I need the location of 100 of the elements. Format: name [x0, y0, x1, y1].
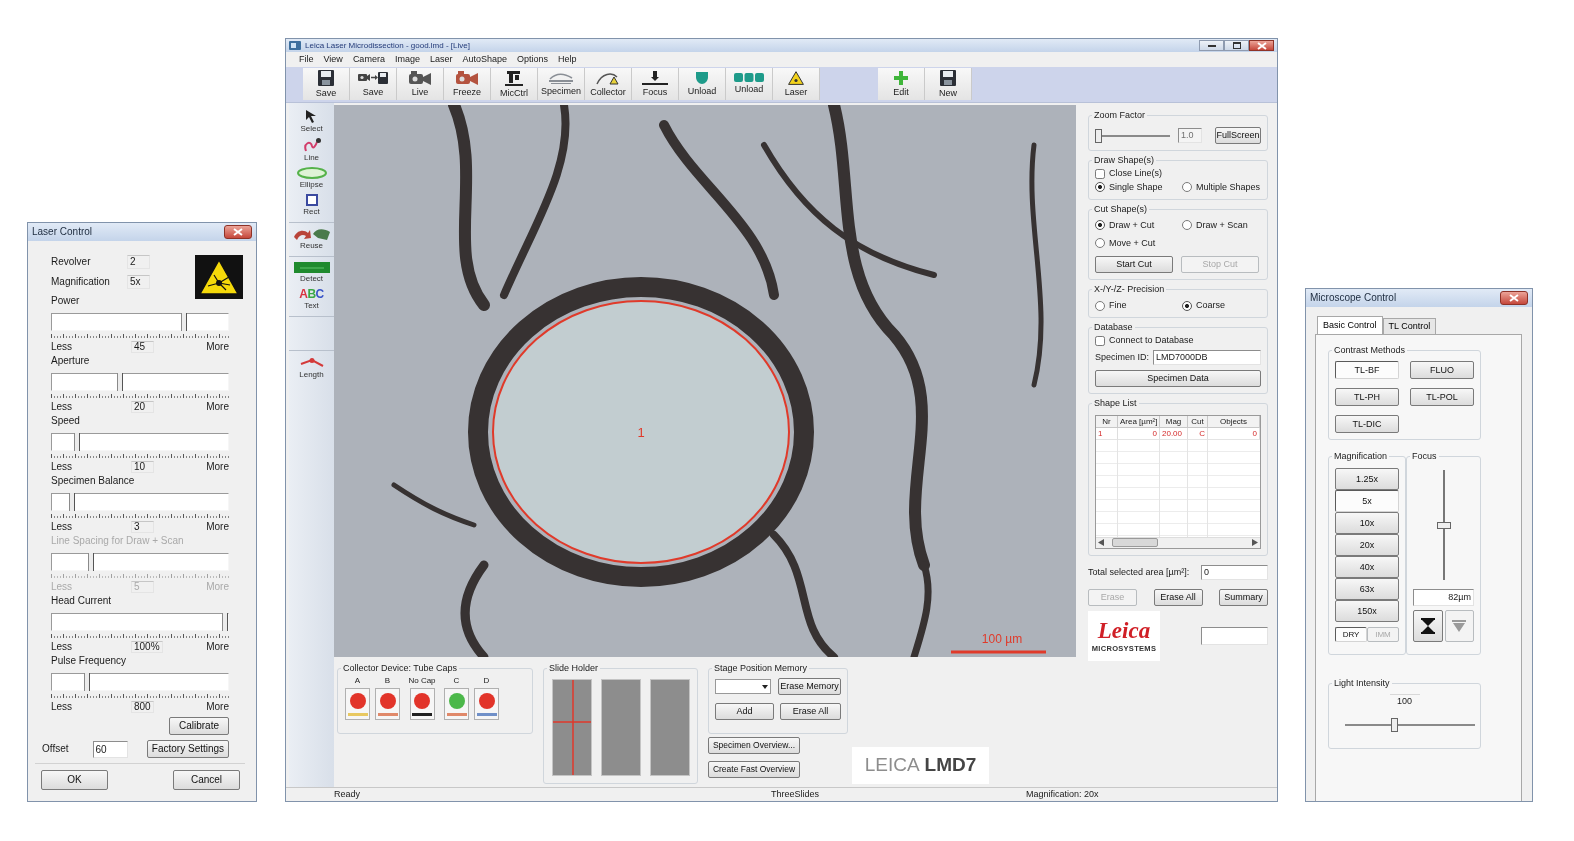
- toolbar-button[interactable]: Save: [350, 67, 397, 101]
- objective-button[interactable]: 150x: [1335, 600, 1399, 622]
- specimen-data-button[interactable]: Specimen Data: [1095, 370, 1261, 387]
- input-field[interactable]: 60: [92, 740, 128, 758]
- radio-button[interactable]: [1095, 238, 1105, 248]
- menu-item[interactable]: Laser: [424, 53, 458, 65]
- tool-button[interactable]: Line: [289, 136, 334, 166]
- objective-button[interactable]: 10x: [1335, 512, 1399, 534]
- radio-button[interactable]: [1095, 220, 1105, 231]
- objective-button[interactable]: 5x: [1335, 490, 1399, 512]
- memory-button[interactable]: Erase Memory: [778, 678, 841, 696]
- slider-track[interactable]: [51, 373, 229, 391]
- objective-button[interactable]: 40x: [1335, 556, 1399, 578]
- toolbar-button[interactable]: Focus: [632, 67, 679, 101]
- menu-item[interactable]: AutoShape: [457, 53, 512, 65]
- minimize-button[interactable]: [1199, 40, 1224, 51]
- slider-thumb[interactable]: [181, 313, 188, 331]
- slider-thumb[interactable]: [1436, 521, 1451, 529]
- tool-button[interactable]: Length: [289, 355, 334, 383]
- cut-outline[interactable]: [492, 300, 790, 565]
- contrast-button[interactable]: TL-PH: [1335, 388, 1399, 406]
- close-button[interactable]: [224, 225, 252, 239]
- slider-track[interactable]: [51, 673, 229, 691]
- slider-track[interactable]: [51, 433, 229, 451]
- slider-thumb[interactable]: [84, 673, 91, 691]
- cancel-button[interactable]: Cancel: [173, 770, 240, 790]
- objective-button[interactable]: 20x: [1335, 534, 1399, 556]
- tool-button[interactable]: Reuse: [289, 226, 334, 254]
- menu-item[interactable]: Camera: [347, 53, 390, 65]
- dropdown-field[interactable]: [715, 679, 771, 695]
- shape-list-table[interactable]: Nr Area [µm²] Mag Cut Objects 1 0 20.00 C 0: [1095, 415, 1261, 549]
- column-header[interactable]: Area [µm²]: [1118, 416, 1160, 428]
- tool-button[interactable]: Select: [289, 108, 334, 137]
- memory-button[interactable]: Add: [715, 703, 774, 721]
- column-header[interactable]: Objects: [1208, 416, 1260, 428]
- toolbar-button[interactable]: Laser: [773, 67, 820, 101]
- toolbar-button[interactable]: Edit: [878, 67, 925, 101]
- tool-button[interactable]: Rect: [289, 192, 334, 220]
- fullscreen-button[interactable]: FullScreen: [1215, 127, 1261, 145]
- factory-settings-button[interactable]: Factory Settings: [147, 740, 229, 758]
- focus-button[interactable]: [1413, 610, 1443, 642]
- tab[interactable]: Basic Control: [1317, 316, 1383, 334]
- immersion-button[interactable]: DRY: [1335, 627, 1367, 642]
- slider-thumb[interactable]: [222, 613, 228, 631]
- slider-track[interactable]: [51, 313, 229, 331]
- input-field[interactable]: 1.0: [1178, 128, 1202, 144]
- ok-button[interactable]: OK: [41, 770, 108, 790]
- overview-button[interactable]: Create Fast Overview: [708, 761, 800, 779]
- toolbar-button[interactable]: Specimen: [538, 67, 585, 101]
- slider-thumb[interactable]: [116, 373, 123, 391]
- toolbar-button[interactable]: Save: [303, 67, 350, 101]
- list-button[interactable]: Summary: [1219, 589, 1268, 606]
- column-header[interactable]: Nr: [1096, 416, 1118, 428]
- contrast-button[interactable]: TL-DIC: [1335, 415, 1399, 433]
- slider-thumb[interactable]: [1095, 128, 1102, 143]
- list-button[interactable]: Erase All: [1153, 589, 1203, 606]
- slider-thumb[interactable]: [74, 433, 81, 451]
- close-button[interactable]: [1249, 40, 1274, 51]
- toolbar-button[interactable]: Collector: [585, 67, 632, 101]
- menu-item[interactable]: Image: [389, 53, 425, 65]
- toolbar-button[interactable]: Unload: [679, 67, 726, 101]
- tool-button[interactable]: ABC Text: [289, 286, 334, 314]
- tab[interactable]: TL Control: [1382, 318, 1437, 334]
- objective-button[interactable]: 1.25x: [1335, 468, 1399, 490]
- slider-thumb[interactable]: [69, 493, 75, 511]
- tube-cap-button[interactable]: [409, 688, 435, 721]
- menu-item[interactable]: Help: [553, 53, 582, 65]
- input-field[interactable]: 0: [1201, 565, 1268, 580]
- cut-button[interactable]: Start Cut: [1095, 256, 1173, 274]
- contrast-button[interactable]: FLUO: [1410, 361, 1474, 379]
- radio-button[interactable]: [1182, 182, 1192, 193]
- toolbar-button[interactable]: Unload: [726, 67, 773, 101]
- menu-item[interactable]: View: [318, 53, 348, 65]
- slider-thumb[interactable]: [1390, 718, 1398, 732]
- toolbar-button[interactable]: Freeze: [444, 67, 491, 101]
- menu-item[interactable]: Options: [511, 53, 553, 65]
- slider-track[interactable]: [51, 553, 229, 571]
- checkbox[interactable]: [1095, 168, 1105, 179]
- radio-button[interactable]: [1182, 300, 1192, 311]
- overview-button[interactable]: Specimen Overview...: [708, 737, 800, 755]
- tool-button[interactable]: Detect: [289, 260, 334, 287]
- toolbar-button[interactable]: Live: [397, 67, 444, 101]
- contrast-button[interactable]: TL-BF: [1335, 361, 1399, 379]
- menu-item[interactable]: File: [294, 53, 319, 65]
- calibrate-button[interactable]: Calibrate: [169, 717, 229, 735]
- objective-button[interactable]: 63x: [1335, 578, 1399, 600]
- contrast-button[interactable]: TL-POL: [1410, 388, 1474, 406]
- column-header[interactable]: Mag: [1160, 416, 1188, 428]
- toolbar-button[interactable]: MicCtrl: [491, 67, 538, 101]
- close-button[interactable]: [1500, 291, 1528, 305]
- radio-button[interactable]: [1095, 182, 1105, 193]
- maximize-button[interactable]: [1224, 40, 1249, 51]
- radio-button[interactable]: [1182, 220, 1192, 231]
- slider-track[interactable]: [51, 613, 229, 631]
- scrollbar-thumb[interactable]: [1112, 538, 1158, 548]
- tool-button[interactable]: Ellipse: [289, 165, 334, 193]
- radio-button[interactable]: [1095, 300, 1105, 311]
- checkbox[interactable]: [1095, 335, 1105, 346]
- slider-track[interactable]: [51, 493, 229, 511]
- column-header[interactable]: Cut: [1188, 416, 1208, 428]
